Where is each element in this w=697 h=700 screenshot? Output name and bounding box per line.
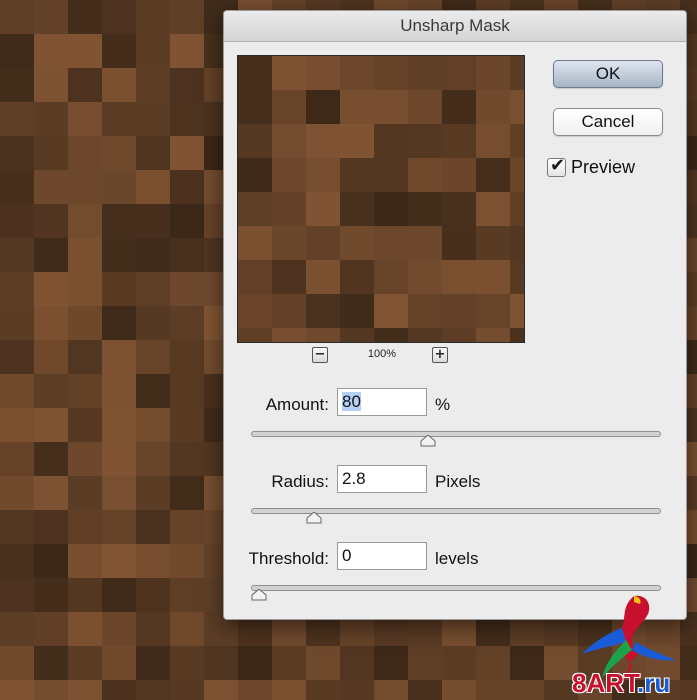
zoom-out-button[interactable]: −: [312, 347, 328, 363]
amount-slider[interactable]: [251, 431, 661, 437]
zoom-controls: − 100% +: [312, 347, 452, 365]
amount-input[interactable]: 80: [337, 388, 427, 416]
checkmark-icon: ✔: [550, 155, 566, 176]
threshold-slider[interactable]: [251, 585, 661, 591]
unsharp-mask-dialog: Unsharp Mask − 100% + OK Cancel ✔ Previe…: [223, 10, 687, 620]
radius-unit: Pixels: [435, 472, 481, 491]
zoom-level: 100%: [367, 348, 397, 360]
amount-value: 80: [342, 392, 361, 411]
radius-label: Radius:: [271, 472, 329, 491]
dialog-title: Unsharp Mask: [224, 11, 686, 42]
radius-input[interactable]: 2.8: [337, 465, 427, 493]
amount-slider-thumb[interactable]: [420, 435, 436, 447]
preview-label: Preview: [571, 157, 636, 177]
preview-mosaic: [238, 56, 524, 342]
watermark-suffix: .ru: [637, 668, 671, 698]
watermark-text: 8ART.ru: [572, 668, 670, 699]
radius-value: 2.8: [342, 469, 366, 488]
amount-unit: %: [435, 395, 451, 414]
threshold-input[interactable]: 0: [337, 542, 427, 570]
threshold-label: Threshold:: [248, 549, 329, 568]
ok-button[interactable]: OK: [553, 60, 663, 88]
threshold-slider-thumb[interactable]: [251, 589, 267, 601]
preview-checkbox[interactable]: ✔: [547, 155, 566, 177]
cancel-button[interactable]: Cancel: [553, 108, 663, 136]
threshold-value: 0: [342, 546, 352, 565]
threshold-unit: levels: [435, 549, 479, 568]
zoom-in-button[interactable]: +: [432, 347, 448, 363]
preview-image[interactable]: [237, 55, 525, 343]
minus-icon: −: [314, 347, 326, 362]
plus-icon: +: [434, 347, 446, 362]
radius-slider-thumb[interactable]: [306, 512, 322, 524]
amount-label: Amount:: [265, 395, 329, 414]
watermark-brand: 8ART: [572, 668, 638, 698]
